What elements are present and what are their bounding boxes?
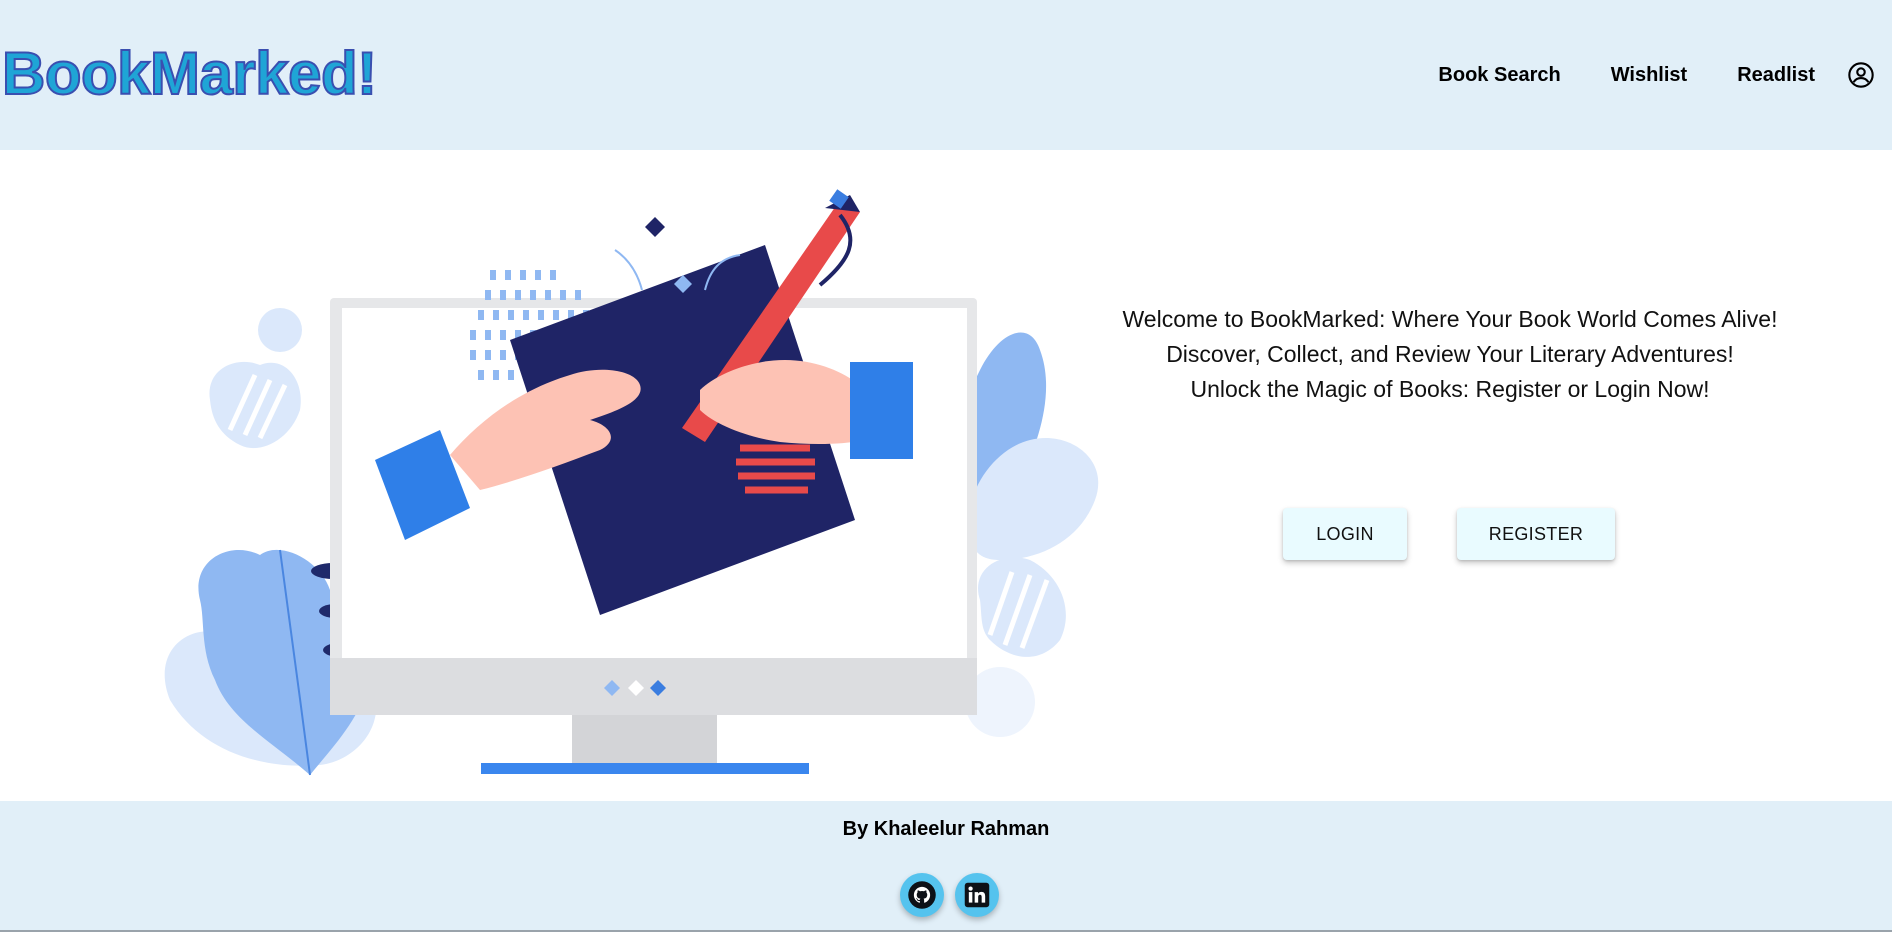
- nav-bar: Book Search Wishlist Readlist: [1438, 0, 1892, 150]
- github-icon: [907, 880, 937, 910]
- nav-readlist[interactable]: Readlist: [1737, 64, 1815, 87]
- header: BookMarked! Book Search Wishlist Readlis…: [0, 0, 1892, 150]
- linkedin-link[interactable]: [955, 873, 999, 917]
- welcome-message: Welcome to BookMarked: Where Your Book W…: [1100, 302, 1800, 407]
- welcome-line-1: Welcome to BookMarked: Where Your Book W…: [1122, 306, 1778, 332]
- welcome-line-3: Unlock the Magic of Books: Register or L…: [1190, 376, 1710, 402]
- footer: By Khaleelur Rahman: [0, 801, 1892, 932]
- nav-book-search[interactable]: Book Search: [1438, 64, 1560, 87]
- github-link[interactable]: [900, 873, 944, 917]
- login-button[interactable]: LOGIN: [1283, 508, 1407, 560]
- hero-illustration: [164, 189, 1099, 776]
- register-button[interactable]: REGISTER: [1457, 508, 1615, 560]
- welcome-line-2: Discover, Collect, and Review Your Liter…: [1166, 341, 1734, 367]
- linkedin-icon: [963, 881, 991, 909]
- main-content: Welcome to BookMarked: Where Your Book W…: [0, 150, 1892, 801]
- logo[interactable]: BookMarked!: [1, 38, 378, 110]
- author-credit: By Khaleelur Rahman: [842, 818, 1050, 840]
- nav-wishlist[interactable]: Wishlist: [1611, 64, 1688, 87]
- account-circle-icon[interactable]: [1847, 61, 1875, 89]
